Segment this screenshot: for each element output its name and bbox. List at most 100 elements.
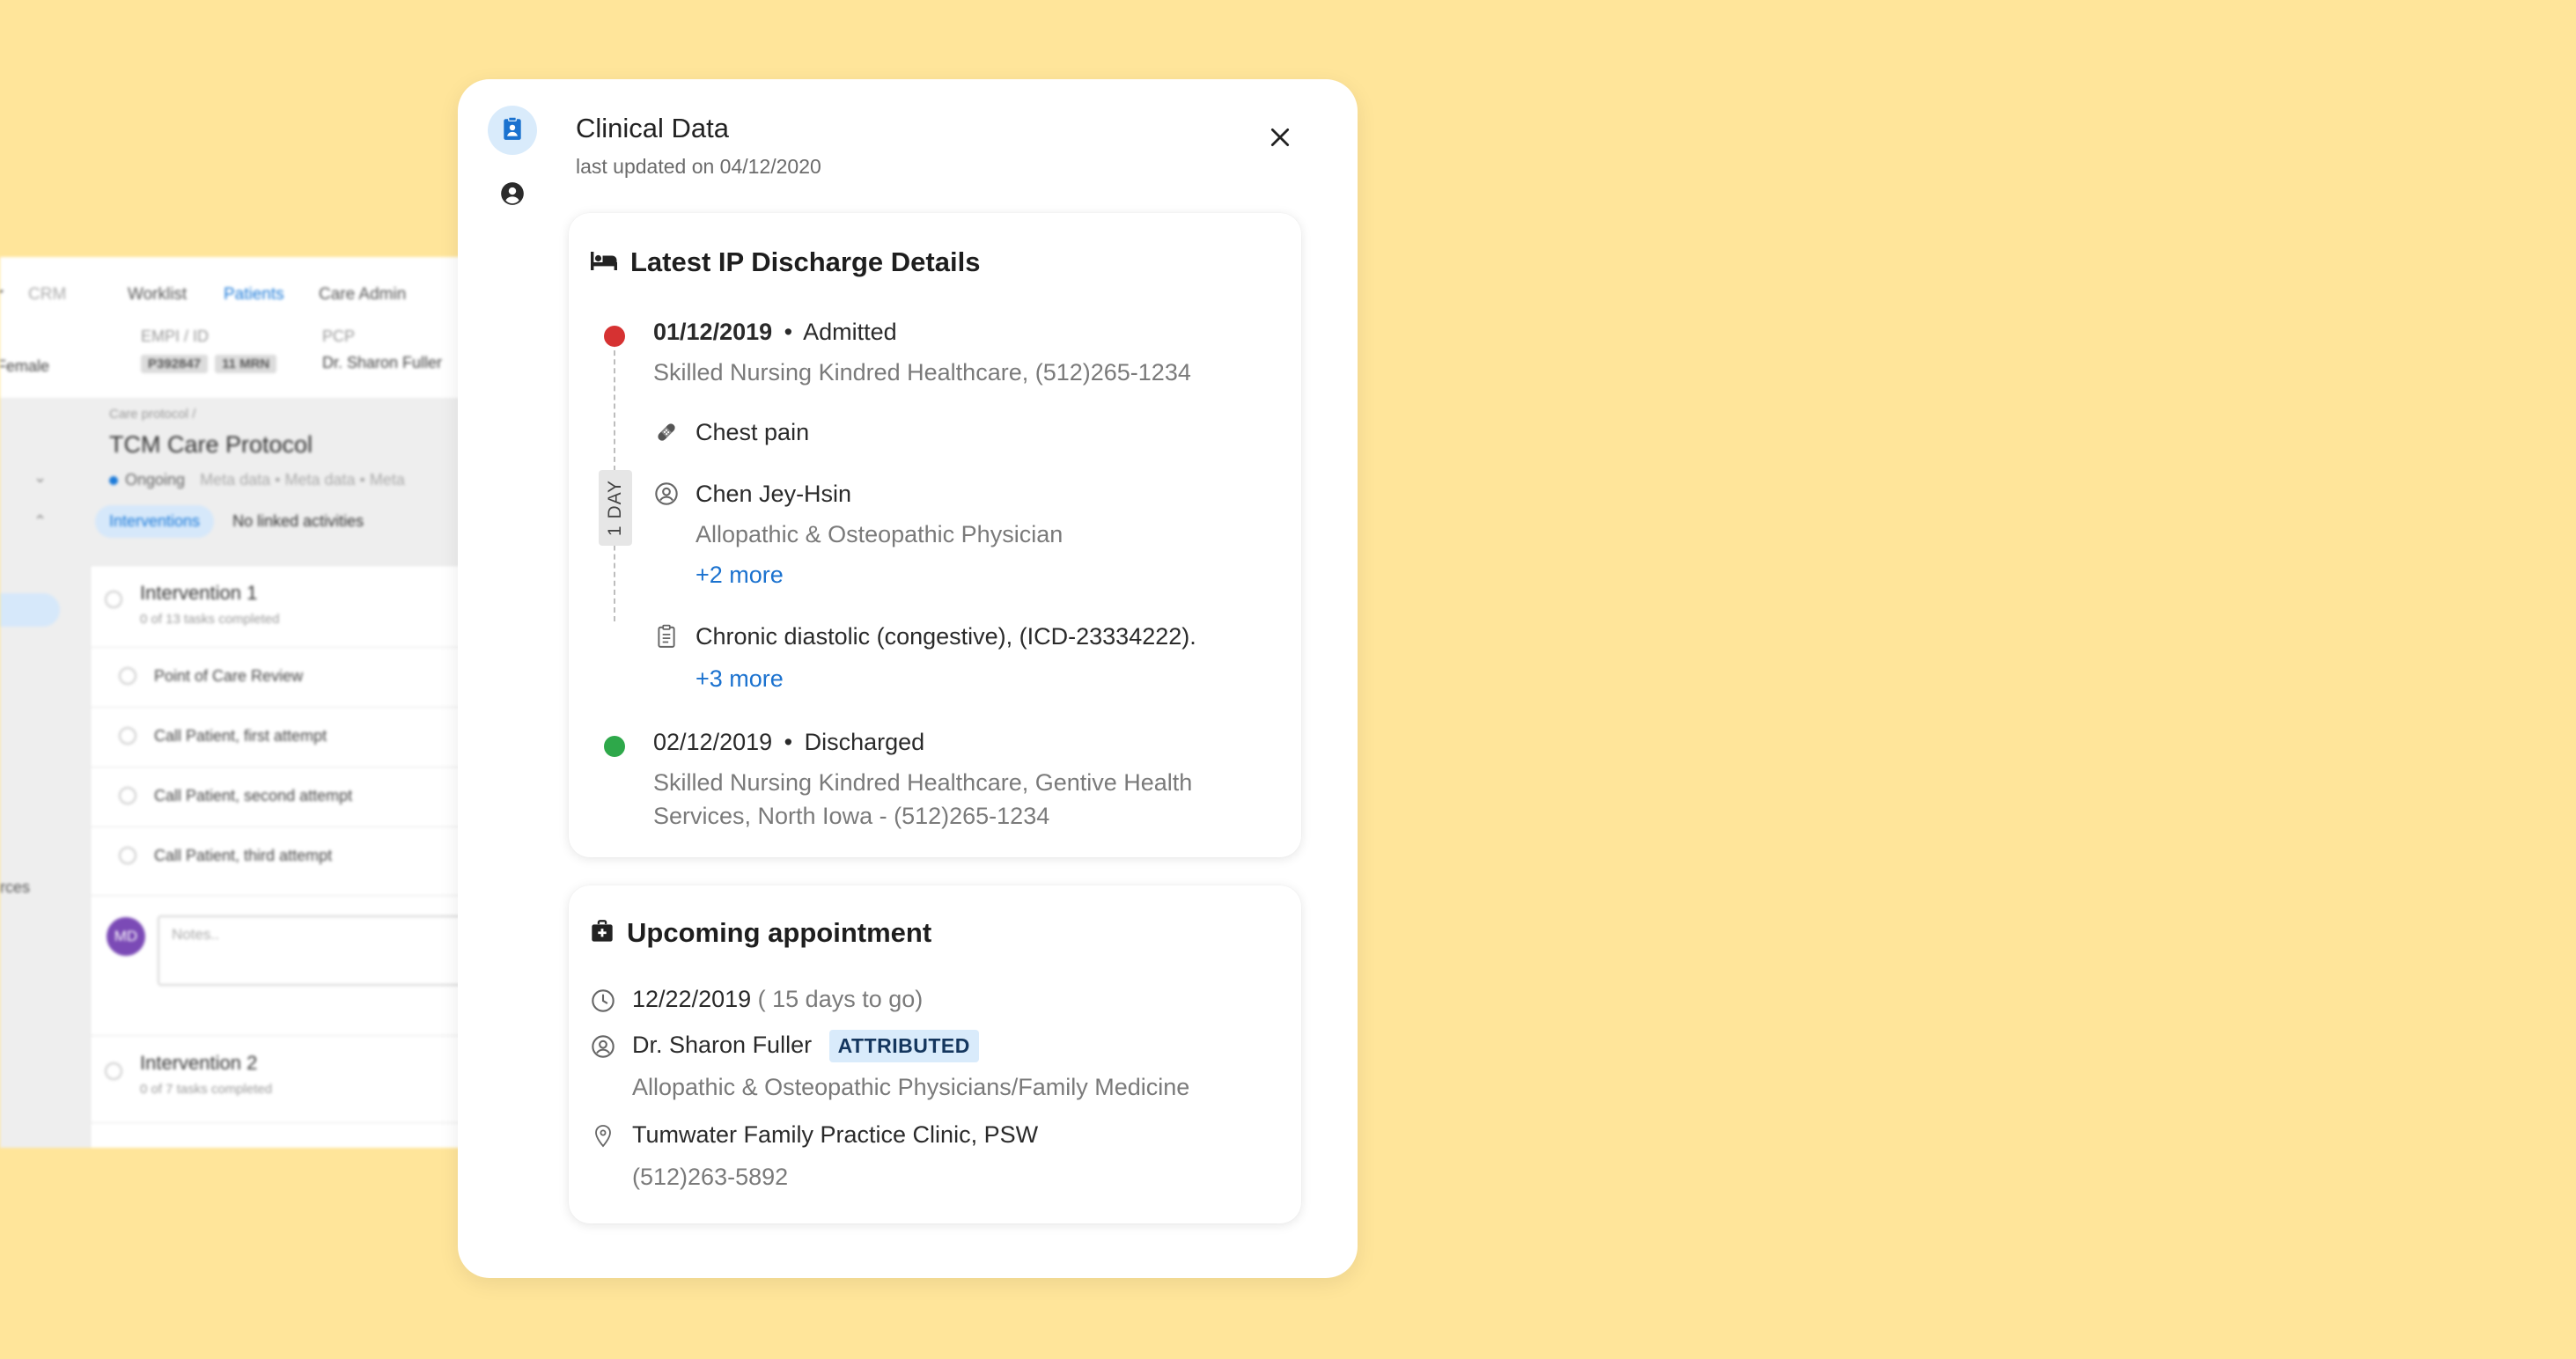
task-row[interactable]: Call Patient, second attempt xyxy=(91,767,467,826)
pcp-value: Dr. Sharon Fuller xyxy=(322,354,443,371)
appointment-doctor-row: Dr. Sharon Fuller ATTRIBUTED xyxy=(632,1030,979,1062)
appointment-countdown: ( 15 days to go) xyxy=(757,986,924,1012)
close-icon xyxy=(1269,126,1292,153)
more-providers-link[interactable]: +2 more xyxy=(696,562,784,589)
intervention-progress: 0 of 13 tasks completed xyxy=(140,612,280,627)
clock-icon xyxy=(590,988,616,1014)
mrn-tag: 11 MRN xyxy=(215,355,277,373)
appointment-title: Upcoming appointment xyxy=(627,917,932,948)
close-button[interactable] xyxy=(1261,120,1299,158)
clipboard-user-icon xyxy=(501,115,524,145)
task-row[interactable]: Call Patient, third attempt xyxy=(91,826,467,886)
status-dot xyxy=(109,476,118,485)
top-nav: r CRM Worklist Patients Care Admin xyxy=(0,278,467,313)
tab-no-linked-activities[interactable]: No linked activities xyxy=(218,505,378,538)
discharge-details-card: Latest IP Discharge Details 1 DAY 01/12/… xyxy=(569,213,1301,857)
intervention-card: Intervention 2 0 of 7 tasks completed xyxy=(90,1035,467,1123)
meta-item: Meta data xyxy=(284,471,356,489)
chief-complaint: Chest pain xyxy=(696,419,810,445)
provider-name: Chen Jey-Hsin xyxy=(696,481,852,507)
notes-input[interactable]: Notes.. xyxy=(158,915,467,986)
chevron-down-icon[interactable]: ⌄ xyxy=(33,468,47,487)
task-checkbox[interactable] xyxy=(119,727,136,745)
admitted-date: 01/12/2019 xyxy=(653,319,773,345)
nav-worklist[interactable]: Worklist xyxy=(128,285,187,305)
breadcrumb[interactable]: Care protocol / xyxy=(109,407,195,422)
task-checkbox[interactable] xyxy=(119,787,136,804)
admitted-status: Admitted xyxy=(803,319,897,345)
patient-gender: Female xyxy=(0,357,50,375)
task-row[interactable]: Call Patient, first attempt xyxy=(91,707,467,767)
appointment-location: Tumwater Family Practice Clinic, PSW xyxy=(632,1121,1039,1148)
clinical-data-panel: Clinical Data last updated on 04/12/2020… xyxy=(458,79,1358,1278)
protocol-title: TCM Care Protocol xyxy=(109,431,313,458)
discharged-date: 02/12/2019 xyxy=(653,729,773,755)
avatar: MD xyxy=(107,917,145,956)
appointment-date: 12/22/2019 xyxy=(632,986,752,1012)
appointment-phone: (512)263-5892 xyxy=(632,1164,789,1190)
bullet-separator: • xyxy=(784,729,793,755)
intervention-title[interactable]: Intervention 2 xyxy=(140,1052,257,1075)
task-label: Call Patient, third attempt xyxy=(154,847,333,864)
meta-item: Meta xyxy=(369,471,405,489)
profile-tab[interactable] xyxy=(488,171,537,220)
intervention-checkbox[interactable] xyxy=(105,591,122,608)
provider-icon xyxy=(653,481,680,507)
discharge-title: Latest IP Discharge Details xyxy=(630,246,981,277)
discharged-dot xyxy=(604,736,625,757)
discharged-facility-line1: Skilled Nursing Kindred Healthcare, Gent… xyxy=(653,769,1193,796)
last-updated: last updated on 04/12/2020 xyxy=(576,155,821,178)
person-circle-icon xyxy=(500,181,525,210)
empi-tag: P392847 xyxy=(141,355,209,373)
status-text: Ongoing xyxy=(125,471,186,489)
clipboard-list-icon xyxy=(653,623,680,650)
discharged-status: Discharged xyxy=(804,729,925,755)
background-app-window: r CRM Worklist Patients Care Admin Femal… xyxy=(0,257,467,1148)
bullet-separator: • xyxy=(784,319,793,345)
medical-bag-icon xyxy=(590,919,615,948)
task-row[interactable]: Point of Care Review xyxy=(91,647,467,707)
nav-crm[interactable]: CRM xyxy=(28,285,66,305)
meta-item: Meta data xyxy=(200,471,271,489)
discharge-header: Latest IP Discharge Details xyxy=(590,246,980,278)
sidebar-item-fragment[interactable]: rces xyxy=(0,878,30,897)
discharged-facility-line2: Services, North Iowa - (512)265-1234 xyxy=(653,803,1050,829)
chevron-up-icon[interactable]: ⌃ xyxy=(33,512,47,531)
task-checkbox[interactable] xyxy=(119,667,136,685)
stay-duration-badge: 1 DAY xyxy=(599,470,632,546)
appointment-specialty: Allopathic & Osteopathic Physicians/Fami… xyxy=(632,1074,1190,1100)
appointment-header: Upcoming appointment xyxy=(590,917,931,949)
task-label: Point of Care Review xyxy=(154,667,304,685)
upcoming-appointment-card: Upcoming appointment 12/22/2019 ( 15 day… xyxy=(569,885,1301,1223)
admitted-row: 01/12/2019 • Admitted xyxy=(653,319,897,346)
bed-icon xyxy=(590,249,618,276)
task-label: Call Patient, second attempt xyxy=(154,787,353,804)
task-checkbox[interactable] xyxy=(119,847,136,864)
protocol-status: Ongoing Meta data • Meta data • Meta xyxy=(109,471,405,489)
stay-duration-text: 1 DAY xyxy=(605,479,626,537)
sidebar-active-item[interactable] xyxy=(0,593,60,627)
intervention-progress: 0 of 7 tasks completed xyxy=(140,1082,273,1097)
empi-values: P392847 11 MRN xyxy=(141,354,283,373)
intervention-checkbox[interactable] xyxy=(105,1062,122,1080)
intervention-title[interactable]: Intervention 1 xyxy=(140,582,257,605)
diagnosis-text: Chronic diastolic (congestive), (ICD-233… xyxy=(696,623,1196,650)
nav-patients[interactable]: Patients xyxy=(224,285,284,305)
appointment-doctor: Dr. Sharon Fuller xyxy=(632,1032,813,1058)
doctor-icon xyxy=(590,1033,616,1060)
more-diagnoses-link[interactable]: +3 more xyxy=(696,665,784,693)
task-label: Call Patient, first attempt xyxy=(154,727,328,745)
tab-interventions[interactable]: Interventions xyxy=(95,505,215,538)
empi-label: EMPI / ID xyxy=(141,327,210,345)
protocol-tabs: Interventions No linked activities xyxy=(95,505,378,538)
bandage-icon xyxy=(653,419,680,445)
logo-fragment: r xyxy=(0,285,3,305)
location-pin-icon xyxy=(590,1123,616,1150)
notes-row: MD Notes.. xyxy=(91,895,467,1001)
nav-care-admin[interactable]: Care Admin xyxy=(319,285,406,305)
provider-specialty: Allopathic & Osteopathic Physician xyxy=(696,521,1064,547)
clinical-data-tab[interactable] xyxy=(488,106,537,155)
discharged-row: 02/12/2019 • Discharged xyxy=(653,729,924,756)
panel-title: Clinical Data xyxy=(576,113,730,143)
admitted-facility: Skilled Nursing Kindred Healthcare, (512… xyxy=(653,359,1191,386)
